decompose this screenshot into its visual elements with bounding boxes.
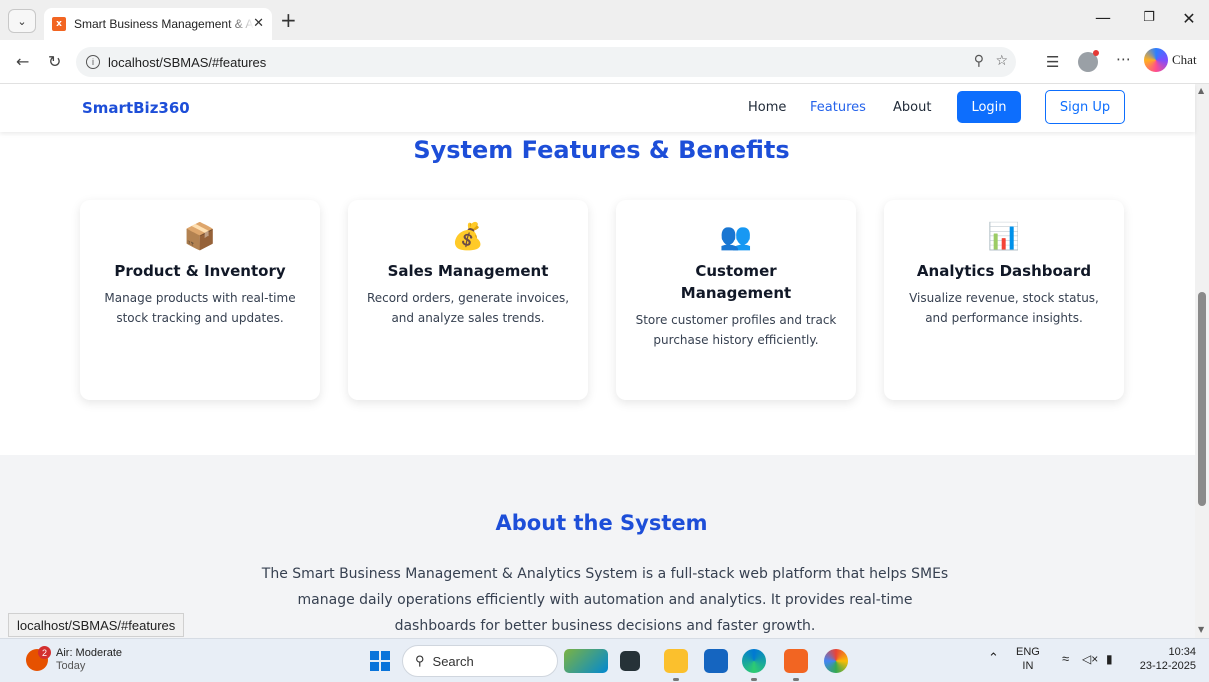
wifi-icon[interactable]: ≈ [1062, 652, 1069, 666]
tab-close-icon[interactable]: ✕ [253, 16, 264, 31]
url-bar[interactable]: i localhost/SBMAS/#features ⚲ ☆ [76, 47, 1016, 77]
windows-start-icon[interactable] [370, 651, 390, 671]
feature-card-inventory: 📦 Product & Inventory Manage products wi… [80, 200, 320, 400]
nav-features-link[interactable]: Features [810, 100, 866, 115]
volume-muted-icon[interactable]: ◁× [1082, 652, 1098, 666]
site-navbar: SmartBiz360 Home Features About Login Si… [0, 84, 1195, 132]
widget-landscape-icon[interactable] [564, 649, 608, 673]
package-icon: 📦 [183, 222, 217, 252]
weather-alert-badge: 2 [38, 646, 51, 659]
scroll-up-arrow-icon[interactable]: ▲ [1198, 86, 1204, 95]
windows-taskbar: 2 Air: Moderate Today ⚲ Search ⌃ ENG IN … [0, 638, 1209, 682]
close-window-icon[interactable]: ✕ [1166, 9, 1209, 28]
signup-button[interactable]: Sign Up [1045, 90, 1125, 124]
language-code: ENG [1016, 646, 1040, 658]
edge-browser-icon[interactable] [742, 649, 766, 673]
about-heading: About the System [495, 511, 708, 535]
feature-card-description: Record orders, generate invoices, and an… [366, 291, 570, 325]
taskbar-search[interactable]: ⚲ Search [402, 645, 558, 677]
refresh-icon[interactable]: ↻ [48, 52, 61, 71]
login-button[interactable]: Login [957, 91, 1021, 123]
nav-home-link[interactable]: Home [748, 100, 786, 115]
feature-card-description: Manage products with real-time stock tra… [104, 291, 296, 325]
link-status-tooltip: localhost/SBMAS/#features [8, 613, 185, 637]
favorite-star-icon[interactable]: ☆ [995, 53, 1008, 69]
app-running-indicator [673, 678, 679, 681]
app-running-indicator [793, 678, 799, 681]
minimize-icon[interactable]: — [1080, 8, 1126, 27]
feature-card-analytics: 📊 Analytics Dashboard Visualize revenue,… [884, 200, 1124, 400]
language-indicator[interactable]: ENG IN [1016, 645, 1040, 673]
chat-button[interactable]: Chat [1144, 48, 1197, 72]
clock[interactable]: 10:34 23-12-2025 [1134, 645, 1196, 673]
notification-dot [1093, 50, 1099, 56]
features-heading: System Features & Benefits [413, 136, 790, 164]
weather-icon: 2 [26, 646, 51, 671]
chat-label: Chat [1172, 52, 1197, 67]
scroll-thumb[interactable] [1198, 292, 1206, 506]
browser-tab[interactable]: x Smart Business Management & Ar ✕ [44, 8, 272, 40]
task-view-icon[interactable] [620, 651, 640, 671]
microsoft-store-icon[interactable] [704, 649, 728, 673]
feature-card-description: Store customer profiles and track purcha… [635, 313, 837, 347]
new-tab-plus-icon[interactable]: + [280, 10, 297, 30]
xampp-favicon-icon: x [52, 17, 66, 31]
page-scrollbar[interactable]: ▲ ▼ [1195, 84, 1209, 638]
url-text[interactable]: localhost/SBMAS/#features [108, 55, 266, 70]
tab-list-chevron-icon[interactable]: ⌄ [8, 9, 36, 33]
battery-icon[interactable]: ▮ [1106, 652, 1113, 666]
weather-text: Air: Moderate Today [56, 647, 122, 673]
clock-date: 23-12-2025 [1139, 660, 1196, 672]
page-viewport: SmartBiz360 Home Features About Login Si… [0, 84, 1209, 638]
xampp-icon[interactable] [784, 649, 808, 673]
more-menu-icon[interactable]: ⋯ [1116, 50, 1131, 68]
brand-logo[interactable]: SmartBiz360 [82, 99, 190, 117]
feature-card-customers: 👥 Customer Management Store customer pro… [616, 200, 856, 400]
file-explorer-icon[interactable] [664, 649, 688, 673]
feature-card-sales: 💰 Sales Management Record orders, genera… [348, 200, 588, 400]
weather-widget[interactable]: 2 Air: Moderate Today [26, 646, 122, 673]
browser-tab-bar: ⌄ x Smart Business Management & Ar ✕ + —… [0, 0, 1209, 40]
clock-time: 10:34 [1168, 646, 1196, 658]
users-icon: 👥 [719, 222, 753, 252]
region-code: IN [1022, 660, 1034, 672]
weather-title: Air: Moderate [56, 647, 123, 659]
money-bag-icon: 💰 [451, 222, 485, 252]
feature-card-title: Analytics Dashboard [916, 262, 1092, 280]
search-icon: ⚲ [415, 653, 425, 668]
zoom-icon[interactable]: ⚲ [974, 53, 984, 69]
scroll-down-arrow-icon[interactable]: ▼ [1198, 625, 1204, 634]
about-paragraph: The Smart Business Management & Analytic… [261, 566, 949, 634]
back-arrow-icon[interactable]: ← [16, 52, 29, 71]
bar-chart-icon: 📊 [987, 222, 1021, 252]
favorites-list-icon[interactable]: ☰ [1046, 53, 1059, 71]
weather-subtitle: Today [56, 660, 86, 672]
tab-title: Smart Business Management & Ar [74, 17, 254, 31]
feature-card-title: Sales Management [387, 262, 549, 280]
about-section: About the System The Smart Business Mana… [0, 455, 1195, 638]
app-running-indicator [751, 678, 757, 681]
site-info-icon[interactable]: i [86, 55, 100, 69]
copilot-icon [1144, 48, 1168, 72]
tray-overflow-chevron-icon[interactable]: ⌃ [988, 651, 999, 665]
chrome-icon[interactable] [824, 649, 848, 673]
feature-card-title: Customer Management [680, 262, 792, 302]
address-toolbar: ← ↻ i localhost/SBMAS/#features ⚲ ☆ ☰ ⋯ … [0, 40, 1209, 84]
search-label: Search [432, 653, 474, 669]
feature-card-title: Product & Inventory [114, 262, 286, 280]
feature-card-description: Visualize revenue, stock status, and per… [909, 291, 1099, 325]
nav-about-link[interactable]: About [893, 100, 931, 115]
